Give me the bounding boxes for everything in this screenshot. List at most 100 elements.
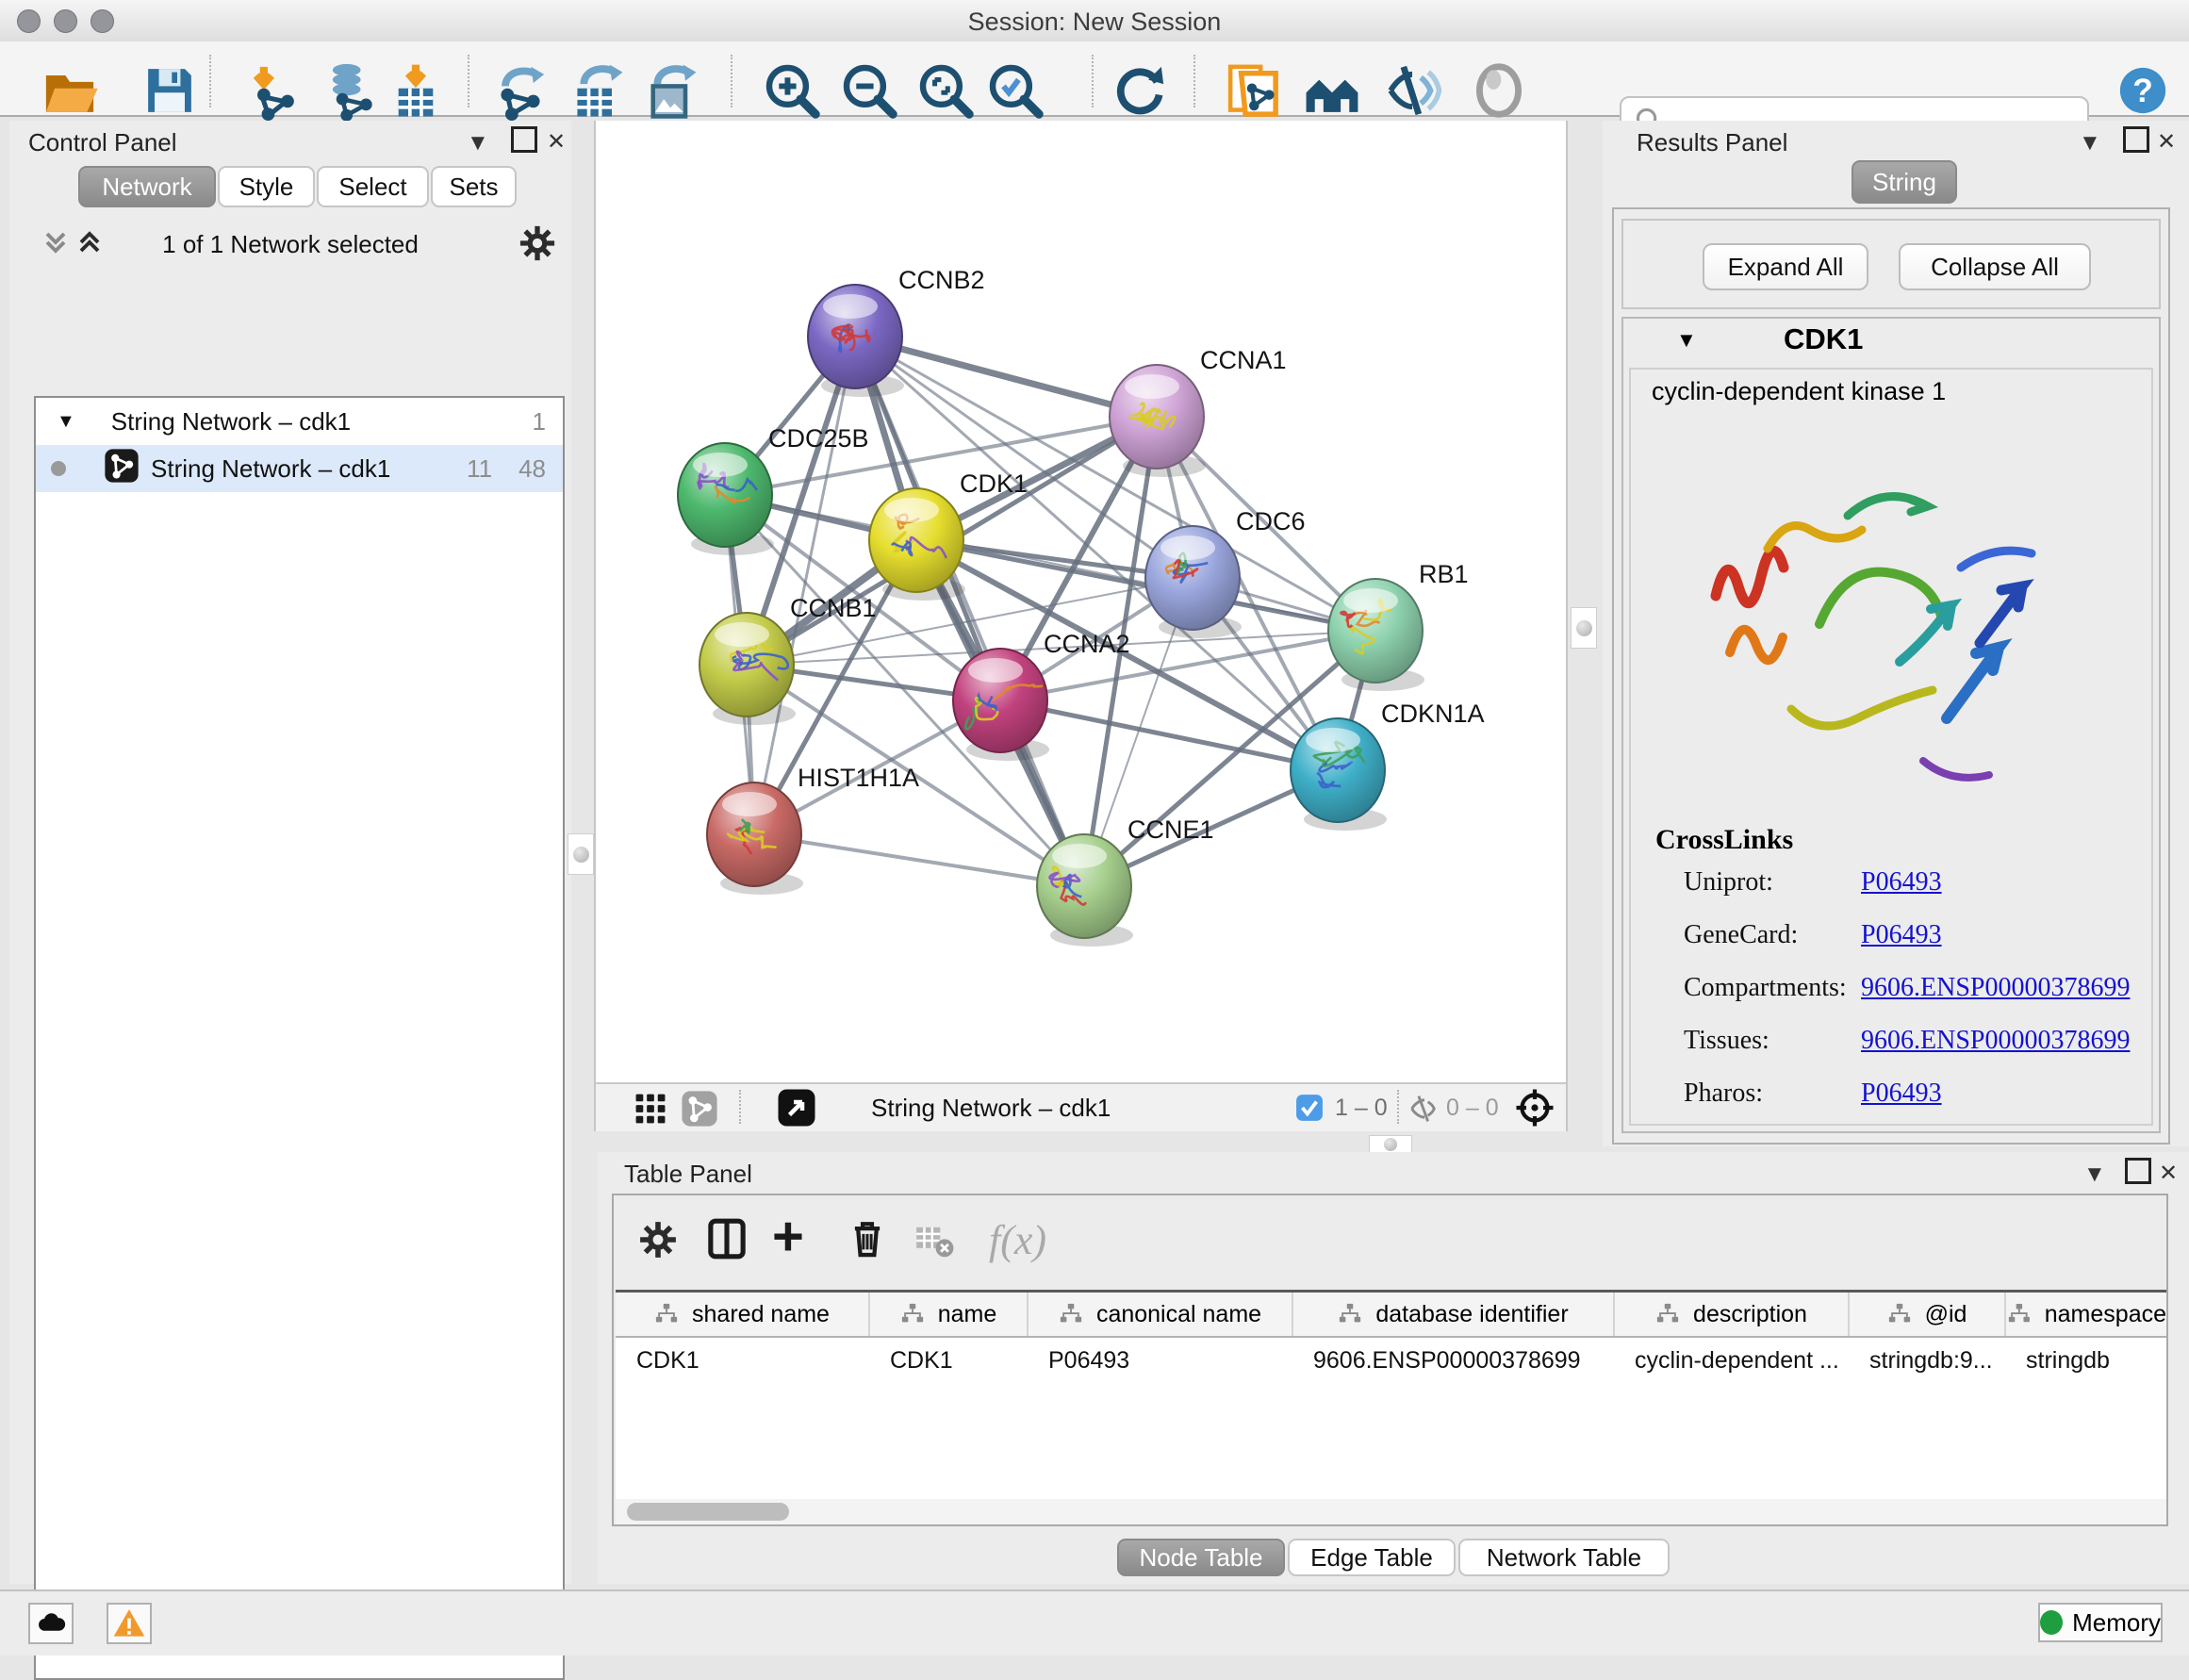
tab-select[interactable]: Select bbox=[317, 166, 429, 207]
open-session-icon[interactable] bbox=[40, 60, 100, 121]
hidden-eye-slash-icon[interactable] bbox=[1408, 1093, 1440, 1129]
scrollbar-thumb[interactable] bbox=[627, 1503, 789, 1521]
collapse-panel-icon[interactable]: ▼ bbox=[467, 130, 489, 156]
close-panel-icon[interactable]: ✕ bbox=[2159, 1160, 2178, 1187]
collapse-panel-icon[interactable]: ▼ bbox=[2079, 130, 2101, 156]
close-panel-icon[interactable]: ✕ bbox=[547, 128, 566, 156]
column-header--id[interactable]: @id bbox=[1849, 1293, 2005, 1337]
tree-expander-icon[interactable]: ▼ bbox=[57, 411, 75, 433]
network-row-selected[interactable]: String Network – cdk1 11 48 bbox=[36, 445, 563, 492]
show-all-icon[interactable] bbox=[1469, 60, 1529, 121]
table-cell[interactable]: CDK1 bbox=[869, 1337, 1028, 1383]
zoom-out-icon[interactable] bbox=[839, 60, 899, 121]
table-cell[interactable]: 9606.ENSP00000378699 bbox=[1292, 1337, 1614, 1383]
expand-all-button[interactable]: Expand All bbox=[1703, 243, 1868, 290]
float-panel-icon[interactable] bbox=[2125, 1158, 2151, 1184]
tab-network[interactable]: Network bbox=[78, 166, 216, 207]
network-options-gear-icon[interactable] bbox=[517, 222, 558, 269]
column-header-namespace[interactable]: namespace bbox=[2005, 1293, 2166, 1337]
tab-string[interactable]: String bbox=[1852, 160, 1957, 204]
table-cell[interactable]: P06493 bbox=[1028, 1337, 1292, 1383]
network-node-HIST1H1A[interactable]: HIST1H1A bbox=[707, 764, 919, 895]
table-cell[interactable]: CDK1 bbox=[616, 1337, 869, 1383]
delete-columns-icon[interactable] bbox=[846, 1216, 889, 1264]
toolbar-separator bbox=[1193, 55, 1195, 107]
crosslink-label: Pharos: bbox=[1684, 1079, 1861, 1109]
tab-sets[interactable]: Sets bbox=[431, 166, 517, 207]
crosslink-link[interactable]: P06493 bbox=[1861, 867, 1942, 898]
column-header-description[interactable]: description bbox=[1614, 1293, 1849, 1337]
hide-selected-icon[interactable] bbox=[1382, 60, 1442, 121]
column-type-icon bbox=[1059, 1302, 1083, 1326]
column-header-shared-name[interactable]: shared name bbox=[616, 1293, 869, 1337]
network-collection-row[interactable]: ▼ String Network – cdk1 1 bbox=[36, 398, 563, 445]
import-table-from-file-icon[interactable] bbox=[386, 60, 446, 121]
cloud-icon bbox=[34, 1606, 68, 1640]
table-cell[interactable]: stringdb bbox=[2005, 1337, 2166, 1383]
memory-button[interactable]: Memory bbox=[2038, 1603, 2163, 1642]
import-network-from-file-icon[interactable] bbox=[242, 60, 303, 121]
import-network-from-database-icon[interactable] bbox=[319, 60, 379, 121]
tab-style[interactable]: Style bbox=[218, 166, 315, 207]
selected-checkbox-icon[interactable] bbox=[1295, 1094, 1324, 1127]
network-node-CDC6[interactable]: CDC6 bbox=[1145, 507, 1306, 638]
tab-node-table[interactable]: Node Table bbox=[1117, 1539, 1285, 1576]
network-node-CDK1[interactable]: CDK1 bbox=[869, 469, 1028, 601]
export-image-icon[interactable] bbox=[640, 60, 700, 121]
left-splitter-handle[interactable] bbox=[568, 833, 594, 875]
network-edge-CCNB2-HIST1H1A[interactable] bbox=[754, 337, 855, 834]
table-settings-gear-icon[interactable] bbox=[636, 1218, 680, 1266]
horizontal-scrollbar[interactable] bbox=[616, 1499, 2166, 1524]
collapse-all-button[interactable]: Collapse All bbox=[1899, 243, 2091, 290]
crosslink-link[interactable]: P06493 bbox=[1861, 1079, 1942, 1109]
export-network-icon[interactable] bbox=[490, 60, 551, 121]
crosslink-link[interactable]: P06493 bbox=[1861, 920, 1942, 950]
crosslink-link[interactable]: 9606.ENSP00000378699 bbox=[1861, 973, 2130, 1003]
bottom-splitter-handle[interactable] bbox=[1369, 1135, 1412, 1154]
share-view-icon[interactable] bbox=[681, 1090, 718, 1132]
table-cell[interactable]: stringdb:9... bbox=[1849, 1337, 2005, 1383]
delete-table-icon[interactable] bbox=[913, 1220, 955, 1266]
crosslink-link[interactable]: 9606.ENSP00000378699 bbox=[1861, 1026, 2130, 1056]
network-node-RB1[interactable]: RB1 bbox=[1328, 560, 1469, 691]
export-view-icon[interactable] bbox=[777, 1088, 816, 1132]
tab-edge-table[interactable]: Edge Table bbox=[1288, 1539, 1456, 1576]
expand-collapse-bar: Expand All Collapse All bbox=[1621, 219, 2161, 309]
float-panel-icon[interactable] bbox=[2123, 126, 2149, 153]
warning-button[interactable] bbox=[107, 1603, 152, 1644]
help-icon[interactable]: ? bbox=[2118, 66, 2179, 126]
zoom-selected-icon[interactable] bbox=[985, 60, 1045, 121]
close-panel-icon[interactable]: ✕ bbox=[2157, 128, 2176, 156]
clone-network-icon[interactable] bbox=[1222, 60, 1282, 121]
network-node-CDKN1A[interactable]: CDKN1A bbox=[1291, 700, 1485, 831]
table-cell[interactable]: cyclin-dependent ... bbox=[1614, 1337, 1849, 1383]
network-node-CCNB2[interactable]: CCNB2 bbox=[808, 266, 985, 397]
column-header-canonical-name[interactable]: canonical name bbox=[1028, 1293, 1292, 1337]
network-canvas[interactable]: CCNB2CCNA1CDC25BCDK1CDC6RB1CCNB1CCNA2CDK… bbox=[596, 121, 1566, 1082]
first-neighbors-icon[interactable] bbox=[1302, 60, 1362, 121]
tab-network-table[interactable]: Network Table bbox=[1458, 1539, 1670, 1576]
control-panel-title: Control Panel bbox=[28, 128, 177, 157]
column-header-name[interactable]: name bbox=[869, 1293, 1028, 1337]
title-bar: Session: New Session bbox=[0, 0, 2189, 42]
section-expander-icon[interactable]: ▼ bbox=[1676, 328, 1697, 353]
cloud-button[interactable] bbox=[28, 1603, 74, 1644]
export-table-icon[interactable] bbox=[567, 60, 627, 121]
crosslink-row: Tissues:9606.ENSP00000378699 bbox=[1684, 1026, 2136, 1056]
zoom-in-icon[interactable] bbox=[762, 60, 822, 121]
grid-view-icon[interactable] bbox=[634, 1092, 667, 1130]
network-edge-HIST1H1A-CCNE1[interactable] bbox=[754, 834, 1084, 886]
toolbar-separator bbox=[731, 55, 732, 107]
zoom-fit-icon[interactable] bbox=[915, 60, 976, 121]
network-node-CDC25B[interactable]: CDC25B bbox=[678, 424, 869, 555]
right-splitter-handle[interactable] bbox=[1571, 607, 1597, 649]
float-panel-icon[interactable] bbox=[511, 126, 537, 153]
create-column-icon[interactable]: + bbox=[772, 1212, 804, 1261]
table-row[interactable]: CDK1CDK1P064939606.ENSP00000378699cyclin… bbox=[616, 1337, 2166, 1383]
refresh-icon[interactable] bbox=[1110, 60, 1170, 121]
birdseye-crosshair-icon[interactable] bbox=[1515, 1088, 1555, 1132]
collapse-panel-icon[interactable]: ▼ bbox=[2083, 1161, 2106, 1188]
column-header-database-identifier[interactable]: database identifier bbox=[1292, 1293, 1614, 1337]
save-session-icon[interactable] bbox=[140, 60, 200, 121]
show-columns-icon[interactable] bbox=[704, 1216, 749, 1266]
